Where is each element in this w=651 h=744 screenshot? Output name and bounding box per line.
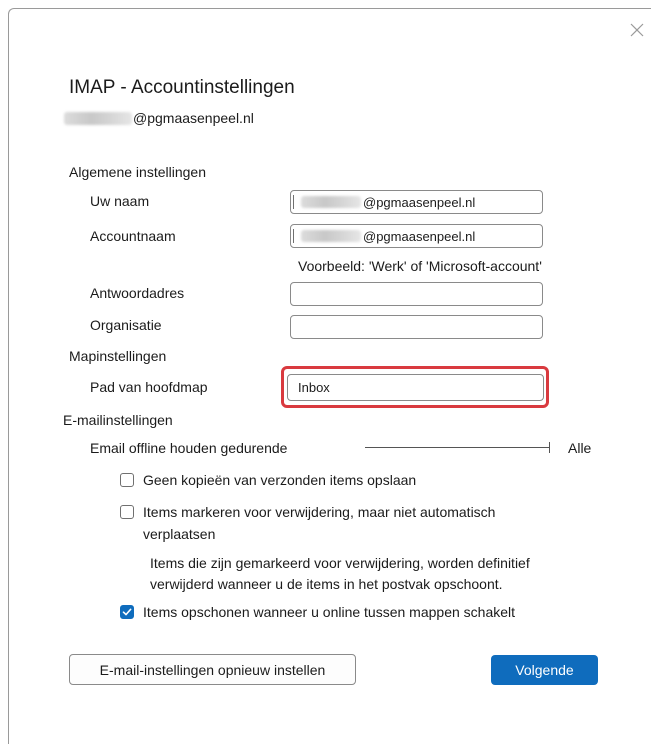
- account-email: @pgmaasenpeel.nl: [64, 110, 254, 126]
- section-general-settings: Algemene instellingen: [69, 164, 206, 180]
- reply-address-input[interactable]: [290, 282, 543, 306]
- organization-input[interactable]: [290, 315, 543, 339]
- checkmark-icon: [122, 608, 132, 616]
- mark-for-deletion-checkbox[interactable]: [120, 505, 134, 519]
- account-email-domain: @pgmaasenpeel.nl: [133, 110, 254, 126]
- redacted-username: [64, 111, 132, 125]
- section-email-settings: E-mailinstellingen: [63, 412, 173, 428]
- dialog-title: IMAP - Accountinstellingen: [69, 77, 295, 98]
- text-caret: [293, 195, 294, 209]
- organization-label: Organisatie: [90, 317, 162, 333]
- mark-for-deletion-label-line2[interactable]: verplaatsen: [143, 526, 215, 542]
- close-icon[interactable]: [629, 22, 645, 38]
- account-name-hint: Voorbeeld: 'Werk' of 'Microsoft-account': [298, 258, 542, 274]
- account-name-input-value: @pgmaasenpeel.nl: [363, 228, 476, 244]
- name-input[interactable]: @pgmaasenpeel.nl: [290, 190, 543, 214]
- account-name-label: Accountnaam: [90, 228, 176, 244]
- root-folder-input-value: Inbox: [298, 380, 330, 395]
- reply-address-label: Antwoordadres: [90, 285, 185, 301]
- mark-for-deletion-label-line1[interactable]: Items markeren voor verwijdering, maar n…: [143, 504, 495, 520]
- next-button[interactable]: Volgende: [491, 655, 598, 685]
- root-folder-input[interactable]: Inbox: [287, 374, 544, 401]
- no-copies-checkbox[interactable]: [120, 473, 134, 487]
- offline-slider-value: Alle: [568, 440, 592, 456]
- offline-slider-track[interactable]: [365, 447, 550, 448]
- root-folder-label: Pad van hoofdmap: [90, 379, 208, 395]
- redacted-username: [301, 196, 361, 208]
- name-label: Uw naam: [90, 193, 150, 209]
- text-caret: [293, 229, 294, 243]
- reset-email-settings-button[interactable]: E-mail-instellingen opnieuw instellen: [69, 654, 356, 685]
- offline-label: Email offline houden gedurende: [90, 440, 288, 456]
- name-input-value: @pgmaasenpeel.nl: [363, 194, 476, 210]
- redacted-username: [301, 230, 361, 242]
- no-copies-label[interactable]: Geen kopieën van verzonden items opslaan: [143, 472, 416, 488]
- purge-items-checkbox[interactable]: [120, 605, 134, 619]
- purge-items-label[interactable]: Items opschonen wanneer u online tussen …: [143, 604, 515, 620]
- mark-for-deletion-note-line1: Items die zijn gemarkeerd voor verwijder…: [150, 555, 530, 571]
- section-folder-settings: Mapinstellingen: [69, 348, 167, 364]
- mark-for-deletion-note-line2: verwijderd wanneer u de items in het pos…: [150, 576, 503, 592]
- account-name-input[interactable]: @pgmaasenpeel.nl: [290, 224, 543, 248]
- offline-slider-thumb[interactable]: [549, 442, 550, 453]
